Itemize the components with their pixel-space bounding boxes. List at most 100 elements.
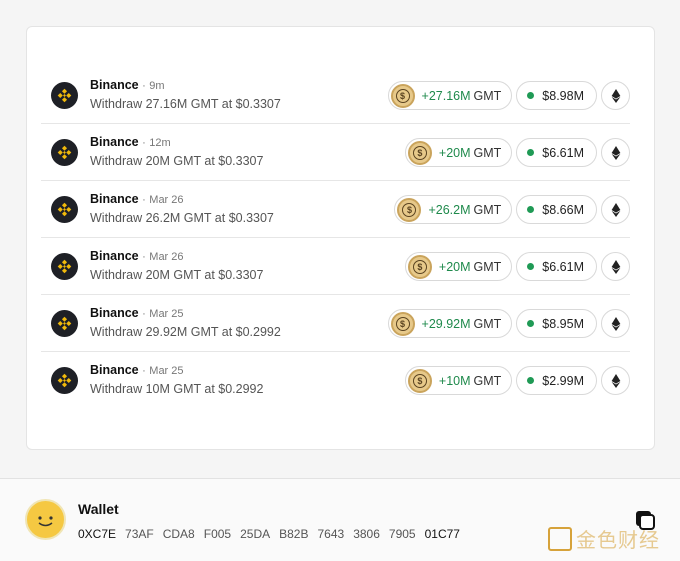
address-segment: 7643 [317, 527, 345, 541]
ethereum-icon[interactable] [601, 252, 630, 281]
wallet-address[interactable]: 0XC7E 73AF CDA8 F005 25DA B82B 7643 3806 7905 01C… [78, 527, 469, 541]
usd-value: $8.66M [542, 202, 584, 217]
transaction-row[interactable]: Binance · Mar 25 Withdraw 10M GMT at $0.… [41, 352, 630, 409]
address-segment: 01C77 [424, 527, 460, 541]
binance-logo-icon[interactable] [51, 82, 78, 109]
watermark-text: 金色财经 [576, 528, 660, 552]
gmt-coin-icon: $ [407, 140, 432, 165]
token-quantity: +29.92M [421, 316, 471, 331]
usd-value: $8.98M [542, 88, 584, 103]
usd-value-pill[interactable]: $8.95M [516, 309, 597, 338]
token-amount-pill[interactable]: $ +20M GMT [404, 252, 513, 281]
address-segment: F005 [203, 527, 232, 541]
timestamp: 12m [149, 137, 171, 149]
binance-logo-icon[interactable] [51, 253, 78, 280]
transaction-description: Withdraw 20M GMT at $0.3307 [90, 154, 264, 168]
transaction-description: Withdraw 20M GMT at $0.3307 [90, 268, 264, 282]
usd-value: $8.95M [542, 316, 584, 331]
address-segment: CDA8 [162, 527, 195, 541]
usd-value: $6.61M [542, 145, 584, 160]
exchange-name[interactable]: Binance [90, 135, 139, 149]
gmt-coin-icon: $ [390, 83, 415, 108]
token-symbol: GMT [473, 202, 502, 217]
timestamp: 9m [149, 80, 165, 92]
separator: · [142, 137, 146, 149]
wallet-footer: Wallet 0XC7E 73AF CDA8 F005 25DA B82B 7643 3806… [0, 478, 680, 561]
timestamp: Mar 25 [149, 308, 184, 320]
transaction-row[interactable]: Binance · Mar 26 Withdraw 20M GMT at $0.… [41, 238, 630, 295]
token-amount-pill[interactable]: $ +20M GMT [404, 138, 513, 167]
token-amount-pill[interactable]: $ +26.2M GMT [394, 195, 513, 224]
status-dot [527, 149, 535, 156]
transaction-list: Binance · 9m Withdraw 27.16M GMT at $0.3… [41, 67, 630, 409]
address-segment: 3806 [353, 527, 380, 541]
transaction-row[interactable]: Binance · 9m Withdraw 27.16M GMT at $0.3… [41, 67, 630, 124]
address-segment: 0XC7E [78, 527, 117, 541]
transaction-row[interactable]: Binance · Mar 25 Withdraw 29.92M GMT at … [41, 295, 630, 352]
token-amount-pill[interactable]: $ +10M GMT [404, 366, 513, 395]
token-quantity: +26.2M [428, 202, 471, 217]
transaction-description: Withdraw 29.92M GMT at $0.2992 [90, 325, 281, 339]
separator: · [142, 251, 146, 263]
token-amount-pill[interactable]: $ +27.16M GMT [387, 81, 513, 110]
ethereum-icon[interactable] [601, 309, 630, 338]
transaction-row[interactable]: Binance · 12m Withdraw 20M GMT at $0.330… [41, 124, 630, 181]
binance-logo-icon[interactable] [51, 310, 78, 337]
token-amount-pill[interactable]: $ +29.92M GMT [387, 309, 513, 338]
gmt-coin-icon: $ [397, 197, 422, 222]
token-symbol: GMT [473, 145, 502, 160]
usd-value: $2.99M [542, 373, 584, 388]
gmt-coin-icon: $ [407, 368, 432, 393]
wallet-title: Wallet [78, 501, 119, 517]
exchange-name[interactable]: Binance [90, 192, 139, 206]
token-symbol: GMT [473, 316, 502, 331]
token-symbol: GMT [473, 373, 502, 388]
transaction-description: Withdraw 27.16M GMT at $0.3307 [90, 97, 281, 111]
binance-logo-icon[interactable] [51, 196, 78, 223]
token-quantity: +20M [438, 145, 471, 160]
exchange-name[interactable]: Binance [90, 249, 139, 263]
exchange-name[interactable]: Binance [90, 363, 139, 377]
address-segment: B82B [279, 527, 309, 541]
usd-value-pill[interactable]: $8.98M [516, 81, 597, 110]
binance-logo-icon[interactable] [51, 367, 78, 394]
timestamp: Mar 26 [149, 251, 184, 263]
watermark-icon [548, 526, 572, 551]
usd-value-pill[interactable]: $8.66M [516, 195, 597, 224]
transaction-description: Withdraw 10M GMT at $0.2992 [90, 382, 264, 396]
status-dot [527, 263, 535, 270]
separator: · [142, 194, 146, 206]
address-segment: 73AF [125, 527, 154, 541]
separator: · [142, 308, 146, 320]
usd-value-pill[interactable]: $6.61M [516, 252, 597, 281]
usd-value-pill[interactable]: $6.61M [516, 138, 597, 167]
token-quantity: +20M [438, 259, 471, 274]
transactions-card: Binance · 9m Withdraw 27.16M GMT at $0.3… [26, 26, 655, 450]
ethereum-icon[interactable] [601, 366, 630, 395]
address-segment: 7905 [388, 527, 416, 541]
separator: · [142, 80, 146, 92]
status-dot [527, 377, 535, 384]
exchange-name[interactable]: Binance [90, 78, 139, 92]
status-dot [527, 320, 535, 327]
token-quantity: +27.16M [421, 88, 471, 103]
ethereum-icon[interactable] [601, 81, 630, 110]
usd-value: $6.61M [542, 259, 584, 274]
gmt-coin-icon: $ [390, 311, 415, 336]
address-segment: 25DA [240, 527, 271, 541]
separator: · [142, 365, 146, 377]
ethereum-icon[interactable] [601, 138, 630, 167]
status-dot [527, 92, 535, 99]
status-dot [527, 206, 535, 213]
transaction-description: Withdraw 26.2M GMT at $0.3307 [90, 211, 274, 225]
exchange-name[interactable]: Binance [90, 306, 139, 320]
transaction-row[interactable]: Binance · Mar 26 Withdraw 26.2M GMT at $… [41, 181, 630, 238]
timestamp: Mar 26 [149, 194, 184, 206]
usd-value-pill[interactable]: $2.99M [516, 366, 597, 395]
token-symbol: GMT [473, 259, 502, 274]
binance-logo-icon[interactable] [51, 139, 78, 166]
ethereum-icon[interactable] [601, 195, 630, 224]
wallet-avatar[interactable] [25, 499, 66, 540]
token-quantity: +10M [438, 373, 471, 388]
gmt-coin-icon: $ [407, 254, 432, 279]
